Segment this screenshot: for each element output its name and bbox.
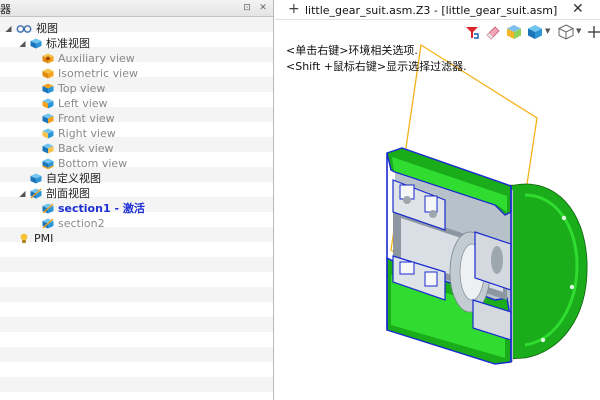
tree-item-back-view[interactable]: Back view xyxy=(0,141,273,156)
selection-filter-hint: <Shift +鼠标右键>显示选择过滤器. xyxy=(286,60,467,73)
front-view-icon xyxy=(42,113,54,124)
tree-item-label: Isometric view xyxy=(58,67,138,80)
collapse-toggle[interactable]: ◢ xyxy=(4,21,13,36)
tree-item-section2[interactable]: section2 xyxy=(0,216,273,231)
model-tree-panel: 器 ⊡ ✕ ◢ 视图 ◢ 标准视图 Auxiliary view Isometr… xyxy=(0,0,274,400)
tree-item-label: section2 xyxy=(58,217,105,230)
back-view-icon xyxy=(42,143,54,154)
tree-item-section-views[interactable]: ◢ 剖面视图 xyxy=(0,186,273,201)
tree-item-label: Left view xyxy=(58,97,108,110)
glasses-icon xyxy=(16,25,32,33)
document-tab-bar: + little_gear_suit.asm.Z3 - [little_gear… xyxy=(275,0,600,20)
context-menu-hint: <单击右键>环境相关选项. xyxy=(286,44,418,57)
close-panel-button[interactable]: ✕ xyxy=(258,3,268,13)
collapse-toggle[interactable]: ◢ xyxy=(18,186,27,201)
tree-item-label: 标准视图 xyxy=(46,37,90,50)
custom-view-icon xyxy=(30,173,42,184)
view-tree: ◢ 视图 ◢ 标准视图 Auxiliary view Isometric vie… xyxy=(0,17,273,400)
panel-title: 器 xyxy=(0,3,11,16)
right-view-icon xyxy=(42,128,54,139)
tree-item-right-view[interactable]: Right view xyxy=(0,126,273,141)
tree-item-label: Right view xyxy=(58,127,116,140)
collapse-toggle[interactable]: ◢ xyxy=(18,36,27,51)
pin-icon[interactable]: + xyxy=(288,2,300,16)
cross-icon[interactable] xyxy=(585,23,600,41)
tree-item-views[interactable]: ◢ 视图 xyxy=(0,21,273,36)
filter-icon[interactable] xyxy=(463,23,481,41)
tree-item-label: 剖面视图 xyxy=(46,187,90,200)
cube-icon xyxy=(30,38,42,49)
tree-item-label: section1 - 激活 xyxy=(58,201,145,216)
wireframe-cube-icon[interactable] xyxy=(557,23,575,41)
tree-item-top-view[interactable]: Top view xyxy=(0,81,273,96)
view-toolbar: ▼ ▼ xyxy=(275,20,600,44)
tree-item-label: Top view xyxy=(58,82,106,95)
display-dropdown-arrow[interactable]: ▼ xyxy=(576,27,581,35)
graphics-area[interactable]: + little_gear_suit.asm.Z3 - [little_gear… xyxy=(275,0,600,400)
tree-item-label: PMI xyxy=(34,232,54,245)
tree-item-label: Bottom view xyxy=(58,157,128,170)
tree-item-label: Back view xyxy=(58,142,114,155)
tree-item-standard-views[interactable]: ◢ 标准视图 xyxy=(0,36,273,51)
document-tab[interactable]: + little_gear_suit.asm.Z3 - [little_gear… xyxy=(278,0,584,20)
tree-item-label: 自定义视图 xyxy=(46,172,101,185)
tree-item-label: Front view xyxy=(58,112,115,125)
tree-item-front-view[interactable]: Front view xyxy=(0,111,273,126)
tree-item-left-view[interactable]: Left view xyxy=(0,96,273,111)
section-view-icon xyxy=(30,188,42,199)
top-view-icon xyxy=(42,83,54,94)
isometric-view-icon xyxy=(42,68,54,79)
view-cube-icon[interactable] xyxy=(526,23,544,41)
tree-item-bottom-view[interactable]: Bottom view xyxy=(0,156,273,171)
tree-item-isometric-view[interactable]: Isometric view xyxy=(0,66,273,81)
tree-item-auxiliary-view[interactable]: Auxiliary view xyxy=(0,51,273,66)
section-icon xyxy=(42,218,54,229)
eraser-icon[interactable] xyxy=(484,23,502,41)
restore-button[interactable]: ⊡ xyxy=(242,3,252,13)
section-name: section1 xyxy=(58,202,111,215)
pmi-icon xyxy=(20,233,28,243)
active-status: - 激活 xyxy=(110,202,145,215)
tree-item-label: Auxiliary view xyxy=(58,52,135,65)
left-view-icon xyxy=(42,98,54,109)
tree-item-label: 视图 xyxy=(36,22,58,35)
section-icon xyxy=(42,203,54,214)
bottom-view-icon xyxy=(42,158,54,169)
tree-item-custom-view[interactable]: 自定义视图 xyxy=(0,171,273,186)
view-dropdown-arrow[interactable]: ▼ xyxy=(545,27,550,35)
close-tab-button[interactable]: ✕ xyxy=(572,2,584,16)
tree-item-pmi[interactable]: PMI xyxy=(0,231,273,246)
shade-icon[interactable] xyxy=(505,23,523,41)
auxiliary-view-icon xyxy=(42,53,54,64)
panel-header: 器 ⊡ ✕ xyxy=(0,0,273,17)
gear-suit-model[interactable] xyxy=(386,147,588,365)
tree-item-section1[interactable]: section1 - 激活 xyxy=(0,201,273,216)
document-title: little_gear_suit.asm.Z3 - [little_gear_s… xyxy=(305,4,558,17)
